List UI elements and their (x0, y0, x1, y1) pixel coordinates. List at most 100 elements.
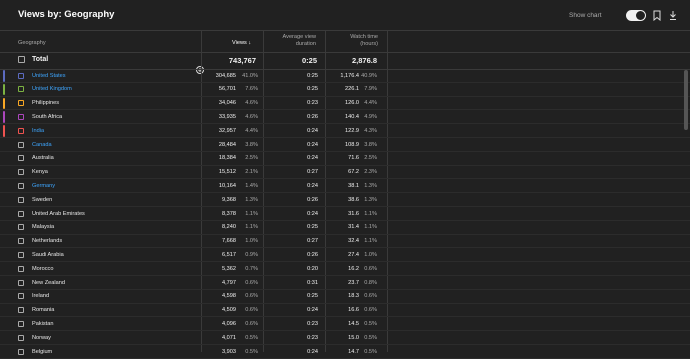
table-row[interactable]: Norway 4,071 0.5% 0:23 15.0 0.5% (0, 331, 690, 345)
country-name: Pakistan (32, 320, 54, 327)
col-avd-line1: Average view (282, 34, 316, 40)
row-checkbox[interactable] (18, 224, 24, 231)
watch-time-percent: 1.3% (364, 182, 377, 189)
country-name: Netherlands (32, 238, 63, 245)
sort-down-icon: ↓ (248, 40, 252, 46)
avd-value: 0:24 (307, 127, 318, 134)
watch-time-value: 122.9 (345, 127, 359, 134)
row-checkbox[interactable] (18, 320, 24, 327)
table-row[interactable]: Saudi Arabia 6,517 0.9% 0:26 27.4 1.0% (0, 248, 690, 263)
bookmark-icon[interactable] (652, 10, 662, 22)
avd-value: 0:23 (307, 320, 318, 327)
row-checkbox[interactable] (18, 169, 24, 176)
views-value: 18,384 (218, 155, 236, 162)
table-row[interactable]: United Arab Emirates 8,378 1.1% 0:24 31.6 1.1… (0, 207, 690, 221)
country-name: South Africa (32, 113, 63, 120)
table-row[interactable]: United Kingdom 56,701 7.6% 0:25 226.1 7.9% (0, 83, 690, 97)
row-checkbox[interactable] (18, 141, 24, 148)
country-name: Australia (32, 155, 54, 162)
row-checkbox[interactable] (18, 196, 24, 203)
country-name[interactable]: Germany (32, 183, 55, 189)
table-row[interactable]: Canada 28,484 3.8% 0:24 108.9 3.8% (0, 138, 690, 152)
col-geography[interactable]: Geography (18, 40, 46, 47)
col-watch-time[interactable]: Watch time (hours) (336, 34, 378, 48)
row-checkbox[interactable] (18, 113, 24, 120)
views-value: 33,935 (218, 113, 236, 120)
watch-time-value: 16.6 (348, 307, 359, 314)
watch-time-value: 38.6 (348, 196, 359, 203)
toggle-knob (636, 11, 645, 20)
table-row[interactable]: United States 304,685 41.0% 0:25 1,176.4 40.9… (0, 69, 690, 83)
country-name: United Arab Emirates (32, 210, 85, 217)
row-checkbox[interactable] (18, 86, 24, 93)
watch-time-value: 14.5 (348, 320, 359, 327)
table-row[interactable]: Kenya 15,512 2.1% 0:27 67.2 2.3% (0, 166, 690, 180)
avd-value: 0:25 (307, 72, 318, 79)
table-row[interactable]: New Zealand 4,797 0.6% 0:31 23.7 0.8% (0, 276, 690, 290)
avd-value: 0:23 (307, 100, 318, 107)
views-percent: 0.6% (245, 279, 258, 286)
table-row[interactable]: India 32,957 4.4% 0:24 122.9 4.3% (0, 124, 690, 138)
row-checkbox[interactable] (18, 307, 24, 314)
watch-time-value: 71.6 (348, 155, 359, 162)
country-name[interactable]: United Kingdom (32, 86, 72, 92)
watch-time-percent: 1.0% (364, 251, 377, 258)
avd-value: 0:20 (307, 265, 318, 272)
table-row[interactable]: Sweden 9,368 1.3% 0:26 38.6 1.3% (0, 193, 690, 207)
row-checkbox[interactable] (18, 334, 24, 341)
views-percent: 2.5% (245, 155, 258, 162)
table-row[interactable]: South Africa 33,935 4.6% 0:26 140.4 4.9% (0, 110, 690, 125)
country-name: New Zealand (32, 279, 65, 286)
total-row: Total 743,767 0:25 2,876.8 (0, 51, 690, 70)
series-color-bar (3, 111, 5, 123)
row-checkbox[interactable] (18, 293, 24, 300)
total-label: Total (32, 56, 49, 63)
country-name[interactable]: Canada (32, 142, 52, 148)
row-checkbox[interactable] (18, 238, 24, 245)
col-avd[interactable]: Average view duration (272, 34, 316, 48)
avd-value: 0:24 (307, 307, 318, 314)
watch-time-percent: 4.3% (364, 127, 377, 134)
row-checkbox[interactable] (18, 251, 24, 258)
table-row[interactable]: Morocco 5,362 0.7% 0:20 16.2 0.6% (0, 262, 690, 276)
row-checkbox[interactable] (18, 210, 24, 217)
views-value: 4,071 (222, 334, 236, 341)
row-checkbox[interactable] (18, 279, 24, 286)
table-row[interactable]: Germany 10,164 1.4% 0:24 38.1 1.3% (0, 179, 690, 194)
table-row[interactable]: Romania 4,509 0.6% 0:24 16.6 0.6% (0, 304, 690, 318)
row-checkbox[interactable] (18, 72, 24, 79)
views-value: 34,046 (218, 100, 236, 107)
scrollbar[interactable] (684, 70, 688, 130)
watch-time-value: 108.9 (345, 141, 359, 148)
watch-time-percent: 0.6% (364, 307, 377, 314)
avd-value: 0:26 (307, 196, 318, 203)
country-name: Malaysia (32, 224, 55, 231)
show-chart-toggle[interactable] (626, 10, 646, 21)
country-name[interactable]: India (32, 128, 44, 134)
total-checkbox[interactable] (18, 56, 25, 63)
table-row[interactable]: Pakistan 4,096 0.6% 0:23 14.5 0.5% (0, 317, 690, 332)
views-percent: 4.4% (245, 127, 258, 134)
country-name: Philippines (32, 100, 60, 107)
row-checkbox[interactable] (18, 100, 24, 107)
views-value: 4,797 (222, 279, 236, 286)
table-row[interactable]: Philippines 34,046 4.6% 0:23 126.0 4.4% (0, 97, 690, 111)
views-value: 9,368 (222, 196, 236, 203)
table-row[interactable]: Ireland 4,598 0.6% 0:25 18.3 0.6% (0, 290, 690, 304)
views-percent: 4.6% (245, 100, 258, 107)
col-views[interactable]: Views ↓ (232, 40, 251, 47)
watch-time-percent: 0.5% (364, 320, 377, 327)
row-checkbox[interactable] (18, 155, 24, 162)
table-row[interactable]: Netherlands 7,668 1.0% 0:27 32.4 1.1% (0, 235, 690, 249)
views-value: 7,668 (222, 238, 236, 245)
row-checkbox[interactable] (18, 265, 24, 272)
row-checkbox[interactable] (18, 182, 24, 189)
download-icon[interactable] (668, 10, 678, 21)
views-value: 15,512 (218, 169, 236, 176)
avd-value: 0:26 (307, 251, 318, 258)
table-header: Geography Views ↓ Average view duration … (0, 30, 690, 74)
row-checkbox[interactable] (18, 127, 24, 134)
country-name[interactable]: United States (32, 73, 66, 79)
table-row[interactable]: Malaysia 8,240 1.1% 0:25 31.4 1.1% (0, 221, 690, 235)
table-row[interactable]: Australia 18,384 2.5% 0:24 71.6 2.5% (0, 152, 690, 166)
